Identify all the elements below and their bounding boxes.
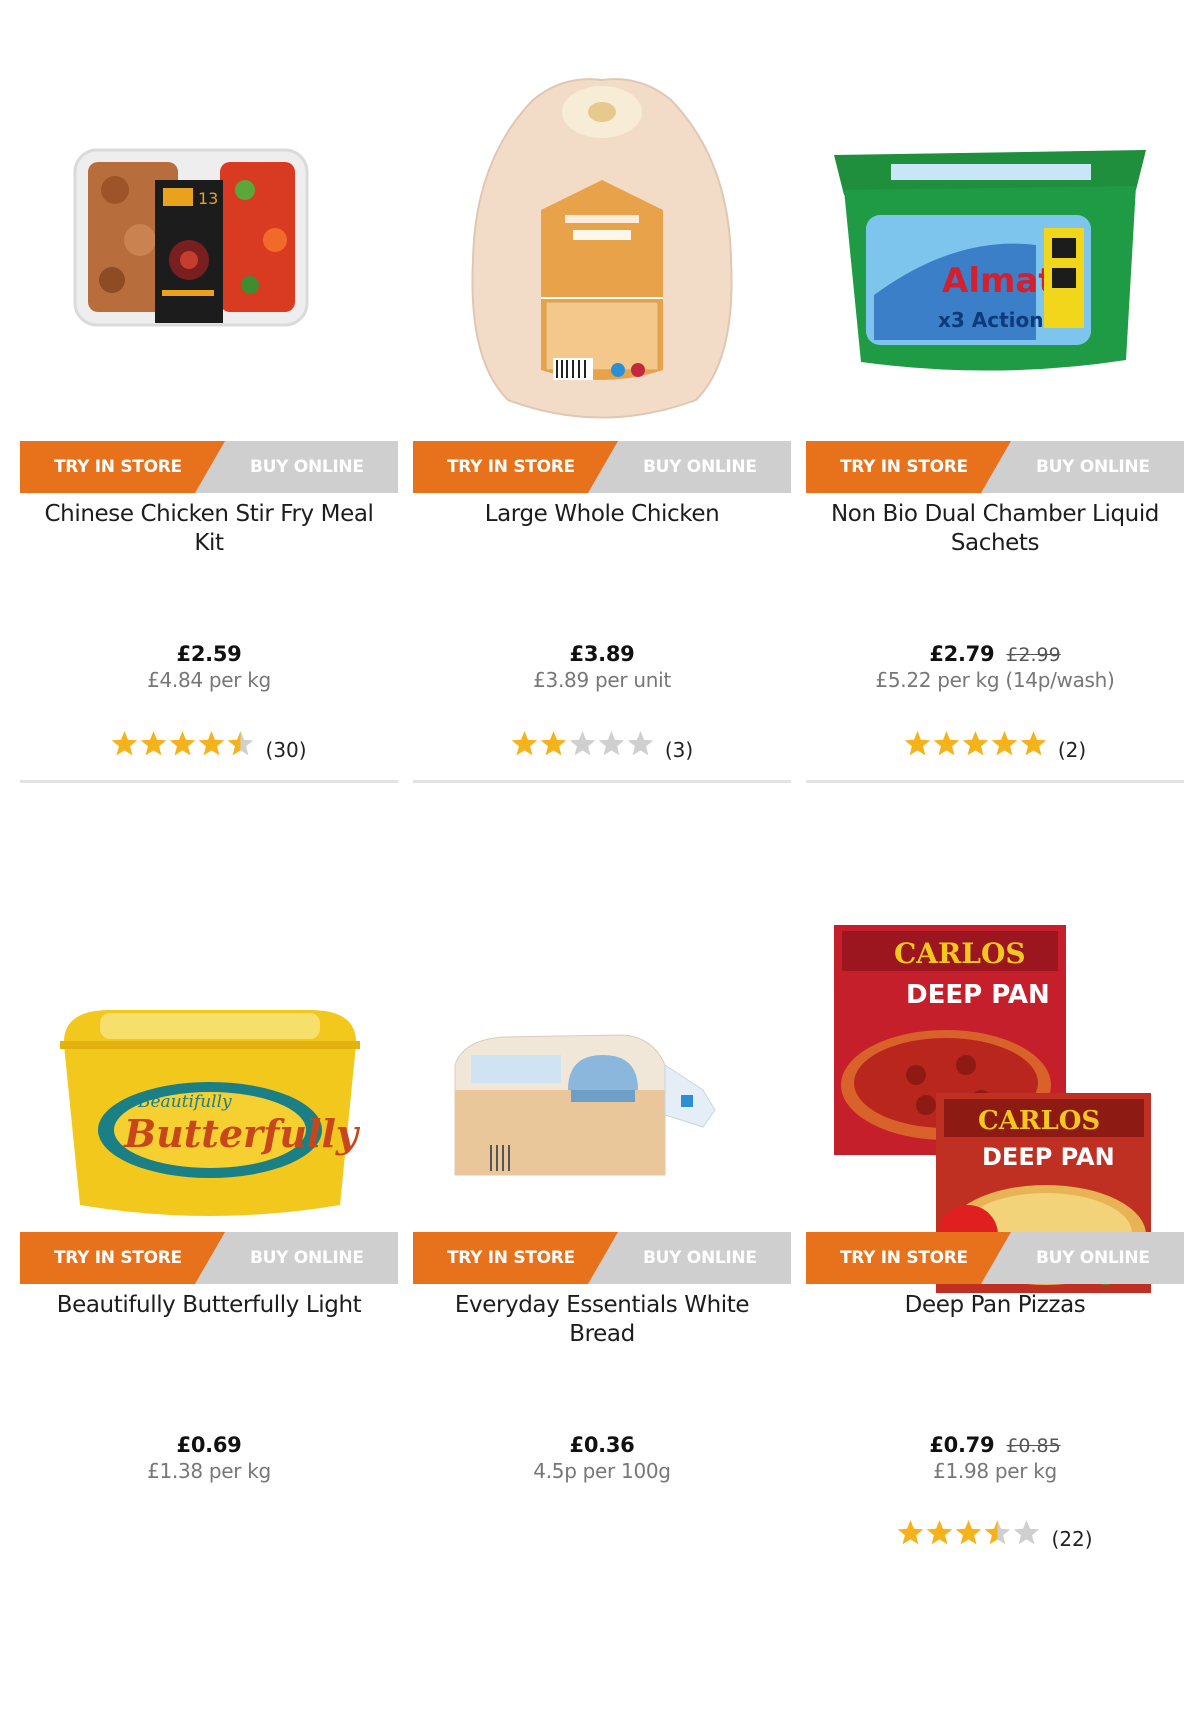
purchase-options: TRY IN STORE BUY ONLINE [413, 441, 791, 493]
star-empty-icon [1014, 1520, 1040, 1545]
svg-text:DEEP PAN: DEEP PAN [982, 1143, 1115, 1171]
purchase-options: TRY IN STORE BUY ONLINE [20, 441, 398, 493]
price-row: £0.79 £0.85 [806, 1431, 1184, 1461]
unit-price: £1.98 per kg [933, 1459, 1057, 1483]
product-title[interactable]: Everyday Essentials White Bread [421, 1291, 783, 1349]
svg-text:DEEP PAN: DEEP PAN [906, 980, 1050, 1010]
star-empty-icon [569, 731, 596, 756]
detergent-tub-image: Almat x3 Action [834, 150, 1146, 371]
card-divider [20, 780, 398, 783]
card-divider [806, 780, 1184, 783]
star-rating-graphic [112, 731, 254, 756]
rating-stars [897, 1519, 1040, 1558]
svg-text:Beautifully: Beautifully [137, 1092, 232, 1112]
star-rating-graphic [898, 1520, 1040, 1545]
unit-price: £4.84 per kg [147, 668, 271, 692]
product-image[interactable] [413, 40, 791, 440]
stir-fry-tray-image: 13 [73, 148, 309, 327]
rating-stars [904, 730, 1047, 769]
try-in-store-tab[interactable]: TRY IN STORE [840, 441, 968, 493]
whole-chicken-image [471, 78, 733, 419]
product-price: £2.59 [176, 642, 242, 666]
try-in-store-tab[interactable]: TRY IN STORE [447, 441, 575, 493]
star-full-icon [141, 731, 167, 756]
star-full-icon [199, 731, 225, 756]
svg-text:13: 13 [198, 189, 218, 208]
unit-price: 4.5p per 100g [533, 1459, 671, 1483]
buy-online-tab[interactable]: BUY ONLINE [1036, 1232, 1150, 1284]
product-title[interactable]: Deep Pan Pizzas [814, 1291, 1176, 1320]
star-rating-graphic [511, 731, 654, 756]
star-full-icon [1020, 731, 1047, 756]
product-price: £0.36 [569, 1433, 635, 1457]
star-empty-icon [598, 731, 625, 756]
svg-text:x3 Action: x3 Action [938, 308, 1044, 332]
product-rating[interactable]: (22) [806, 1519, 1184, 1553]
product-rating[interactable]: (30) [20, 730, 398, 764]
purchase-options: TRY IN STORE BUY ONLINE [806, 441, 1184, 493]
purchase-options: TRY IN STORE BUY ONLINE [413, 1232, 791, 1284]
price-row: £3.89 [413, 640, 791, 670]
price-row: £0.69 [20, 1431, 398, 1461]
star-rating-graphic [904, 731, 1047, 756]
try-in-store-tab[interactable]: TRY IN STORE [840, 1232, 968, 1284]
buy-online-tab[interactable]: BUY ONLINE [643, 441, 757, 493]
unit-price: £1.38 per kg [147, 1459, 271, 1483]
review-count: (30) [265, 737, 307, 762]
product-title[interactable]: Large Whole Chicken [421, 500, 783, 529]
review-count: (3) [664, 737, 694, 762]
product-price: £3.89 [569, 642, 635, 666]
unit-price: £5.22 per kg (14p/wash) [875, 668, 1115, 692]
product-title[interactable]: Non Bio Dual Chamber Liquid Sachets [814, 500, 1176, 558]
try-in-store-tab[interactable]: TRY IN STORE [54, 1232, 182, 1284]
star-full-icon [898, 1520, 924, 1545]
buy-online-tab[interactable]: BUY ONLINE [1036, 441, 1150, 493]
try-in-store-tab[interactable]: TRY IN STORE [447, 1232, 575, 1284]
star-full-icon [927, 1520, 953, 1545]
star-full-icon [991, 731, 1018, 756]
product-price: £0.79 [929, 1433, 995, 1457]
product-image[interactable]: 13 [20, 40, 398, 440]
was-price: £2.99 [1006, 644, 1061, 666]
price-row: £0.36 [413, 1431, 791, 1461]
star-full-icon [511, 731, 538, 756]
purchase-options: TRY IN STORE BUY ONLINE [20, 1232, 398, 1284]
review-count: (22) [1051, 1526, 1093, 1551]
svg-text:Almat: Almat [942, 261, 1055, 301]
card-divider [413, 780, 791, 783]
rating-stars [111, 730, 254, 769]
svg-text:CARLOS: CARLOS [894, 937, 1026, 970]
rating-stars [511, 730, 654, 769]
try-in-store-tab[interactable]: TRY IN STORE [54, 441, 182, 493]
star-full-icon [904, 731, 931, 756]
buy-online-tab[interactable]: BUY ONLINE [250, 1232, 364, 1284]
star-full-icon [933, 731, 960, 756]
buy-online-tab[interactable]: BUY ONLINE [250, 441, 364, 493]
price-row: £2.79 £2.99 [806, 640, 1184, 670]
was-price: £0.85 [1006, 1435, 1061, 1457]
product-title[interactable]: Chinese Chicken Stir Fry Meal Kit [28, 500, 390, 558]
product-title[interactable]: Beautifully Butterfully Light [28, 1291, 390, 1320]
unit-price: £3.89 per unit [533, 668, 671, 692]
product-price: £2.79 [929, 642, 995, 666]
star-full-icon [540, 731, 567, 756]
product-image[interactable]: Almat x3 Action [806, 40, 1184, 440]
star-full-icon [962, 731, 989, 756]
svg-text:CARLOS: CARLOS [978, 1106, 1100, 1136]
purchase-options: TRY IN STORE BUY ONLINE [806, 1232, 1184, 1284]
star-full-icon [170, 731, 196, 756]
product-rating[interactable]: (3) [413, 730, 791, 764]
star-half-icon [985, 1520, 1011, 1545]
star-full-icon [956, 1520, 982, 1545]
star-full-icon [112, 731, 138, 756]
price-row: £2.59 [20, 640, 398, 670]
star-half-icon [228, 731, 254, 756]
review-count: (2) [1057, 737, 1087, 762]
buy-online-tab[interactable]: BUY ONLINE [643, 1232, 757, 1284]
star-empty-icon [627, 731, 654, 756]
product-price: £0.69 [176, 1433, 242, 1457]
product-rating[interactable]: (2) [806, 730, 1184, 764]
svg-text:Butterfully: Butterfully [123, 1111, 361, 1156]
